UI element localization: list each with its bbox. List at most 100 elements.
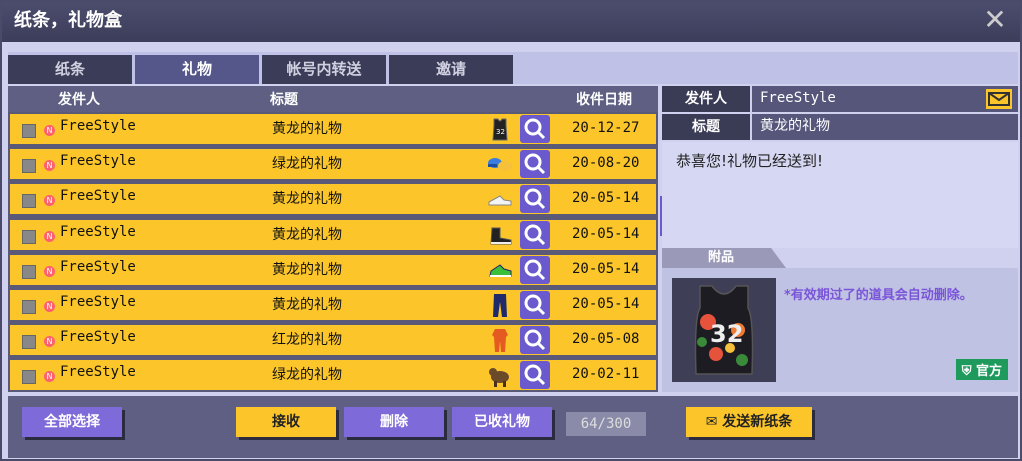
jersey-icon: 32 [492, 118, 508, 141]
tab-gifts[interactable]: 礼物 [135, 55, 259, 84]
gift-row[interactable]: N FreeStyle 黄龙的礼物 20-05-14 [10, 290, 656, 320]
detail-subject-label: 标题 [662, 114, 750, 140]
row-subject: 绿龙的礼物 [272, 156, 342, 173]
close-icon[interactable]: ✕ [982, 6, 1008, 34]
jersey-icon: 32 [694, 285, 754, 375]
row-date: 20-05-14 [572, 225, 640, 242]
magnifier-icon[interactable] [520, 326, 550, 355]
caps-icon [488, 158, 512, 172]
tab-bar: 纸条 礼物 帐号内转送 邀请 [8, 52, 1018, 84]
message-body: 恭喜您!礼物已经送到! [662, 142, 1018, 248]
row-checkbox[interactable] [22, 264, 36, 279]
gift-row[interactable]: N FreeStyle 红龙的礼物 20-05-08 [10, 325, 656, 356]
window-titlebar: 纸条，礼物盒 [2, 2, 1020, 42]
detail-sender-label: 发件人 [662, 86, 750, 112]
header-subject: 标题 [270, 92, 298, 108]
attachment-box: 32 *有效期过了的道具会自动删除。 ⛨ 官方 [662, 268, 1018, 392]
delete-button[interactable]: 删除 [344, 407, 444, 437]
row-date: 20-05-14 [572, 190, 640, 207]
send-new-note-button[interactable]: ✉ 发送新纸条 [686, 407, 812, 437]
row-subject: 黄龙的礼物 [272, 226, 342, 243]
header-date: 收件日期 [576, 92, 632, 108]
envelope-icon: ✉ [705, 414, 718, 430]
new-badge-icon: N [44, 230, 55, 242]
magnifier-icon[interactable] [520, 220, 550, 249]
official-badge-label: 官方 [975, 364, 1002, 379]
gift-row[interactable]: N FreeStyle 黄龙的礼物 20-05-14 [10, 219, 656, 250]
new-badge-icon: N [44, 160, 55, 172]
row-checkbox[interactable] [22, 124, 36, 138]
shoe-green-icon [489, 264, 512, 277]
gift-row[interactable]: N FreeStyle 黄龙的礼物 20-05-14 [10, 254, 656, 285]
attachment-label: 附品 [662, 248, 786, 268]
gift-row[interactable]: N FreeStyle 黄龙的礼物 20-05-14 [10, 184, 656, 215]
row-date: 20-05-08 [572, 331, 640, 348]
row-subject: 黄龙的礼物 [272, 297, 342, 313]
shoe-icon [490, 227, 512, 245]
row-checkbox[interactable] [22, 335, 36, 350]
action-bar: 全部选择 接收 删除 已收礼物 64/300 ✉ 发送新纸条 [8, 396, 1018, 458]
new-badge-icon: N [44, 125, 55, 136]
tab-notes[interactable]: 纸条 [8, 55, 132, 84]
detail-subject-value: 黄龙的礼物 [752, 114, 1018, 140]
window-title: 纸条，礼物盒 [14, 10, 122, 31]
gift-row[interactable]: N FreeStyle 绿龙的礼物 20-08-20 [10, 149, 656, 180]
select-all-button[interactable]: 全部选择 [22, 407, 122, 437]
jumpsuit-icon [492, 329, 508, 353]
row-sender: FreeStyle [60, 364, 136, 381]
gift-list-panel: 发件人 标题 收件日期 N FreeStyle 黄龙的礼物 32 20-12-27 N Fr… [8, 86, 664, 392]
gift-box-window: 纸条，礼物盒 ✕ 纸条 礼物 帐号内转送 邀请 发件人 标题 收件日期 N Fre… [0, 0, 1022, 461]
sneakers-icon [488, 195, 512, 206]
row-subject: 黄龙的礼物 [272, 121, 342, 137]
receive-button[interactable]: 接收 [236, 407, 336, 437]
row-checkbox[interactable] [22, 370, 36, 385]
official-badge: ⛨ 官方 [955, 359, 1008, 380]
gift-counter: 64/300 [566, 412, 646, 436]
pants-icon [493, 294, 507, 317]
row-sender: FreeStyle [60, 329, 136, 346]
row-date: 20-05-14 [572, 260, 640, 277]
row-sender: FreeStyle [60, 153, 136, 170]
header-sender: 发件人 [58, 92, 100, 108]
magnifier-icon[interactable] [520, 150, 550, 179]
row-checkbox[interactable] [22, 300, 36, 314]
row-subject: 黄龙的礼物 [272, 191, 342, 208]
gift-row[interactable]: N FreeStyle 黄龙的礼物 32 20-12-27 [10, 114, 656, 144]
detail-sender-text: FreeStyle [760, 90, 836, 106]
gift-detail-panel: 发件人 FreeStyle 标题 黄龙的礼物 恭喜您!礼物已经送到! 附品 32 [662, 86, 1018, 392]
row-sender: FreeStyle [60, 188, 136, 205]
magnifier-icon[interactable] [520, 291, 550, 319]
row-sender: FreeStyle [60, 294, 136, 310]
row-subject: 黄龙的礼物 [272, 261, 342, 278]
send-new-note-label: 发送新纸条 [722, 414, 793, 430]
row-date: 20-02-11 [572, 366, 640, 383]
new-badge-icon: N [44, 301, 55, 312]
new-badge-icon: N [44, 265, 55, 277]
mail-icon[interactable] [986, 89, 1012, 109]
tab-account-transfer[interactable]: 帐号内转送 [262, 55, 386, 84]
magnifier-icon[interactable] [520, 115, 550, 143]
new-badge-icon: N [44, 371, 55, 383]
row-checkbox[interactable] [22, 194, 36, 209]
received-gifts-button[interactable]: 已收礼物 [452, 407, 552, 437]
row-checkbox[interactable] [22, 159, 36, 174]
pet-icon [489, 368, 509, 388]
row-checkbox[interactable] [22, 229, 36, 244]
magnifier-icon[interactable] [520, 361, 550, 390]
jersey-thumbnail[interactable]: 32 [672, 278, 776, 382]
row-sender: FreeStyle [60, 223, 136, 240]
svg-text:32: 32 [496, 128, 505, 136]
row-subject: 红龙的礼物 [272, 332, 342, 349]
row-sender: FreeStyle [60, 118, 136, 134]
detail-sender-value: FreeStyle [752, 86, 1018, 112]
row-sender: FreeStyle [60, 258, 136, 275]
magnifier-icon[interactable] [520, 185, 550, 214]
new-badge-icon: N [44, 336, 55, 348]
svg-text:32: 32 [710, 320, 743, 348]
gift-row[interactable]: N FreeStyle 绿龙的礼物 20-02-11 [10, 360, 656, 391]
row-date: 20-12-27 [572, 120, 640, 136]
tab-invite[interactable]: 邀请 [389, 55, 513, 84]
row-subject: 绿龙的礼物 [272, 367, 342, 384]
magnifier-icon[interactable] [520, 255, 550, 284]
row-date: 20-05-14 [572, 296, 640, 312]
